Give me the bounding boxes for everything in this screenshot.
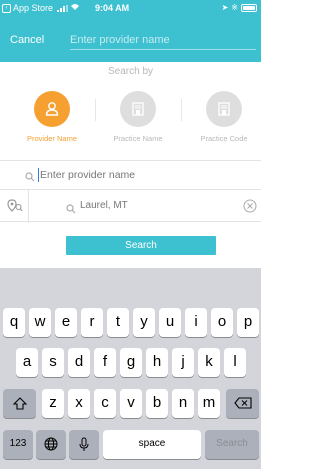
provider-name-row <box>0 160 261 188</box>
status-time: 9:04 AM <box>95 3 130 13</box>
key-g[interactable]: g <box>120 348 142 377</box>
option-provider-name[interactable]: Provider Name <box>17 91 87 143</box>
option-label: Provider Name <box>26 134 78 143</box>
clear-icon[interactable] <box>243 199 257 218</box>
key-y[interactable]: y <box>133 308 155 337</box>
key-x[interactable]: x <box>68 389 90 418</box>
search-key[interactable]: Search <box>205 430 259 459</box>
location-divider <box>28 190 29 223</box>
key-j[interactable]: j <box>172 348 194 377</box>
key-t[interactable]: t <box>107 308 129 337</box>
signal-icon <box>57 4 69 12</box>
key-w[interactable]: w <box>29 308 51 337</box>
key-b[interactable]: b <box>146 389 168 418</box>
key-s[interactable]: s <box>42 348 64 377</box>
location-row: Laurel, MT <box>0 189 261 223</box>
location-pin-search-icon[interactable] <box>7 199 23 217</box>
status-bar: ‹ App Store 9:04 AM ➤ ※ <box>0 0 261 18</box>
key-d[interactable]: d <box>68 348 90 377</box>
key-p[interactable]: p <box>237 308 259 337</box>
location-input[interactable]: Laurel, MT <box>80 200 128 211</box>
back-app-label[interactable]: App Store <box>13 3 53 13</box>
globe-icon <box>44 437 58 455</box>
key-e[interactable]: e <box>55 308 77 337</box>
key-l[interactable]: l <box>224 348 246 377</box>
battery-icon <box>241 3 257 12</box>
option-label: Practice Name <box>113 134 163 143</box>
provider-name-input[interactable] <box>40 167 240 183</box>
key-h[interactable]: h <box>146 348 168 377</box>
option-label: Practice Code <box>200 134 248 143</box>
search-by-label: Search by <box>107 66 154 77</box>
keyboard-suggestion-bar <box>0 268 261 297</box>
option-practice-name[interactable]: Practice Name <box>103 91 173 143</box>
option-practice-code[interactable]: Practice Code <box>189 91 259 143</box>
microphone-icon <box>79 437 89 456</box>
delete-key[interactable] <box>226 389 259 418</box>
key-a[interactable]: a <box>16 348 38 377</box>
key-v[interactable]: v <box>120 389 142 418</box>
keyboard: q w e r t y u i o p a s d f g h j k l z … <box>0 297 261 469</box>
person-icon <box>34 91 70 127</box>
wifi-icon <box>70 3 80 13</box>
search-icon <box>25 169 35 187</box>
divider <box>95 99 96 121</box>
key-k[interactable]: k <box>198 348 220 377</box>
search-icon <box>66 201 76 219</box>
shift-icon <box>12 397 27 414</box>
cancel-button[interactable]: Cancel <box>10 34 44 46</box>
back-to-app-icon[interactable]: ‹ <box>2 3 11 13</box>
key-r[interactable]: r <box>81 308 103 337</box>
globe-key[interactable] <box>36 430 66 459</box>
shift-key[interactable] <box>3 389 36 418</box>
key-q[interactable]: q <box>3 308 25 337</box>
dictation-key[interactable] <box>69 430 99 459</box>
key-u[interactable]: u <box>159 308 181 337</box>
text-cursor <box>38 168 39 182</box>
backspace-icon <box>233 396 252 413</box>
key-o[interactable]: o <box>211 308 233 337</box>
numbers-key[interactable]: 123 <box>3 430 33 459</box>
key-n[interactable]: n <box>172 389 194 418</box>
space-key[interactable]: space <box>103 430 201 459</box>
key-f[interactable]: f <box>94 348 116 377</box>
key-z[interactable]: z <box>42 389 64 418</box>
key-m[interactable]: m <box>198 389 220 418</box>
location-arrow-icon: ➤ <box>221 3 229 12</box>
header-search-input[interactable] <box>70 31 256 50</box>
bluetooth-icon: ※ <box>231 3 238 12</box>
key-c[interactable]: c <box>94 389 116 418</box>
key-i[interactable]: i <box>185 308 207 337</box>
navigation-bar: Cancel <box>0 18 261 62</box>
divider <box>181 99 182 121</box>
building-icon <box>120 91 156 127</box>
search-button[interactable]: Search <box>66 236 216 255</box>
building-icon <box>206 91 242 127</box>
